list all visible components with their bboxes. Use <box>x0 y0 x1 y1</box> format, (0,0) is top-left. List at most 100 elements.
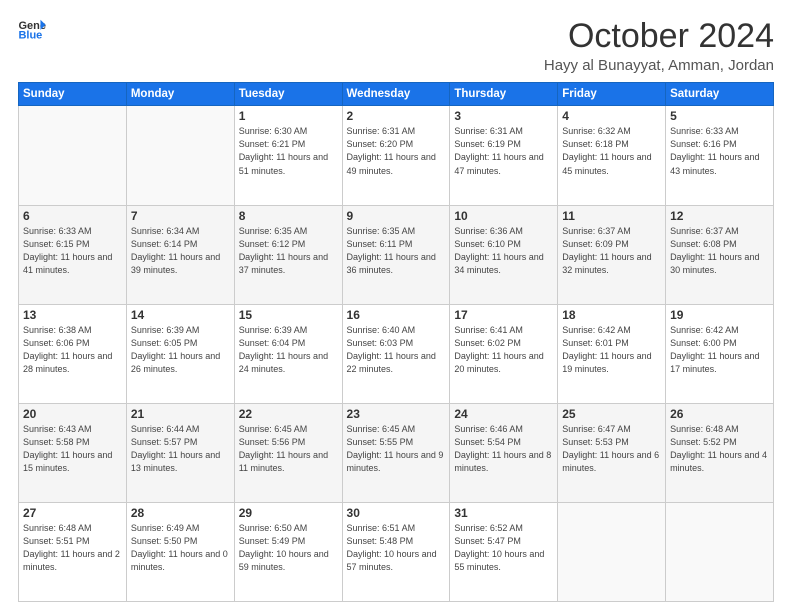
calendar-cell: 16Sunrise: 6:40 AM Sunset: 6:03 PM Dayli… <box>342 304 450 403</box>
calendar-cell: 28 Sunrise: 6:49 AM Sunset: 5:50 PM Dayli… <box>126 502 234 601</box>
day-number: 6 <box>23 209 122 223</box>
calendar-cell: 1 Sunrise: 6:30 AM Sunset: 6:21 PM Daylig… <box>234 106 342 205</box>
day-header-monday: Monday <box>126 83 234 106</box>
calendar-cell: 15 Sunrise: 6:39 AM Sunset: 6:04 PM Dayli… <box>234 304 342 403</box>
calendar-table: SundayMondayTuesdayWednesdayThursdayFrid… <box>18 82 774 602</box>
day-info: Sunrise: 6:47 AM Sunset: 5:53 PM Dayligh… <box>562 423 661 475</box>
day-number: 27 <box>23 506 122 520</box>
day-number: 26 <box>670 407 769 421</box>
calendar-cell <box>19 106 127 205</box>
day-number: 8 <box>239 209 338 223</box>
calendar-cell: 18Sunrise: 6:42 AM Sunset: 6:01 PM Dayli… <box>558 304 666 403</box>
day-header-friday: Friday <box>558 83 666 106</box>
day-info: Sunrise: 6:49 AM Sunset: 5:50 PM Dayligh… <box>131 522 230 574</box>
day-header-tuesday: Tuesday <box>234 83 342 106</box>
day-info: Sunrise: 6:43 AM Sunset: 5:58 PM Dayligh… <box>23 423 122 475</box>
day-number: 15 <box>239 308 338 322</box>
day-number: 25 <box>562 407 661 421</box>
day-info: Sunrise: 6:36 AM Sunset: 6:10 PM Dayligh… <box>454 225 553 277</box>
day-number: 2 <box>347 109 446 123</box>
location-title: Hayy al Bunayyat, Amman, Jordan <box>544 57 774 74</box>
calendar-cell <box>126 106 234 205</box>
day-info: Sunrise: 6:33 AM Sunset: 6:15 PM Dayligh… <box>23 225 122 277</box>
calendar-week-row: 6 Sunrise: 6:33 AM Sunset: 6:15 PM Daylig… <box>19 205 774 304</box>
calendar-header-row: SundayMondayTuesdayWednesdayThursdayFrid… <box>19 83 774 106</box>
day-number: 13 <box>23 308 122 322</box>
calendar-cell: 24 Sunrise: 6:46 AM Sunset: 5:54 PM Dayli… <box>450 403 558 502</box>
day-info: Sunrise: 6:39 AM Sunset: 6:04 PM Dayligh… <box>239 324 338 376</box>
day-info: Sunrise: 6:42 AM Sunset: 6:00 PM Dayligh… <box>670 324 769 376</box>
day-number: 1 <box>239 109 338 123</box>
day-info: Sunrise: 6:40 AM Sunset: 6:03 PM Dayligh… <box>347 324 446 376</box>
day-info: Sunrise: 6:34 AM Sunset: 6:14 PM Dayligh… <box>131 225 230 277</box>
day-header-saturday: Saturday <box>666 83 774 106</box>
title-block: October 2024 Hayy al Bunayyat, Amman, Jo… <box>544 18 774 74</box>
svg-text:Blue: Blue <box>18 29 42 40</box>
calendar-cell: 21Sunrise: 6:44 AM Sunset: 5:57 PM Dayli… <box>126 403 234 502</box>
calendar-cell: 30 Sunrise: 6:51 AM Sunset: 5:48 PM Dayli… <box>342 502 450 601</box>
day-number: 23 <box>347 407 446 421</box>
calendar-cell: 7 Sunrise: 6:34 AM Sunset: 6:14 PM Daylig… <box>126 205 234 304</box>
day-info: Sunrise: 6:37 AM Sunset: 6:09 PM Dayligh… <box>562 225 661 277</box>
day-header-thursday: Thursday <box>450 83 558 106</box>
day-header-sunday: Sunday <box>19 83 127 106</box>
calendar-cell: 26Sunrise: 6:48 AM Sunset: 5:52 PM Dayli… <box>666 403 774 502</box>
calendar-cell <box>666 502 774 601</box>
day-number: 29 <box>239 506 338 520</box>
calendar-cell: 2 Sunrise: 6:31 AM Sunset: 6:20 PM Daylig… <box>342 106 450 205</box>
day-number: 28 <box>131 506 230 520</box>
calendar-week-row: 13 Sunrise: 6:38 AM Sunset: 6:06 PM Dayli… <box>19 304 774 403</box>
day-info: Sunrise: 6:52 AM Sunset: 5:47 PM Dayligh… <box>454 522 553 574</box>
calendar-cell: 22Sunrise: 6:45 AM Sunset: 5:56 PM Dayli… <box>234 403 342 502</box>
calendar-week-row: 20 Sunrise: 6:43 AM Sunset: 5:58 PM Dayli… <box>19 403 774 502</box>
calendar-cell: 3 Sunrise: 6:31 AM Sunset: 6:19 PM Daylig… <box>450 106 558 205</box>
day-info: Sunrise: 6:51 AM Sunset: 5:48 PM Dayligh… <box>347 522 446 574</box>
day-info: Sunrise: 6:33 AM Sunset: 6:16 PM Dayligh… <box>670 125 769 177</box>
day-number: 31 <box>454 506 553 520</box>
day-info: Sunrise: 6:48 AM Sunset: 5:51 PM Dayligh… <box>23 522 122 574</box>
logo-icon: General Blue <box>18 18 46 40</box>
calendar-cell <box>558 502 666 601</box>
day-number: 9 <box>347 209 446 223</box>
calendar-cell: 29Sunrise: 6:50 AM Sunset: 5:49 PM Dayli… <box>234 502 342 601</box>
day-number: 5 <box>670 109 769 123</box>
day-number: 24 <box>454 407 553 421</box>
calendar-cell: 12Sunrise: 6:37 AM Sunset: 6:08 PM Dayli… <box>666 205 774 304</box>
day-info: Sunrise: 6:30 AM Sunset: 6:21 PM Dayligh… <box>239 125 338 177</box>
calendar-cell: 4Sunrise: 6:32 AM Sunset: 6:18 PM Daylig… <box>558 106 666 205</box>
month-title: October 2024 <box>544 18 774 55</box>
day-number: 21 <box>131 407 230 421</box>
day-info: Sunrise: 6:35 AM Sunset: 6:12 PM Dayligh… <box>239 225 338 277</box>
day-number: 17 <box>454 308 553 322</box>
calendar-cell: 25 Sunrise: 6:47 AM Sunset: 5:53 PM Dayli… <box>558 403 666 502</box>
day-info: Sunrise: 6:35 AM Sunset: 6:11 PM Dayligh… <box>347 225 446 277</box>
day-info: Sunrise: 6:46 AM Sunset: 5:54 PM Dayligh… <box>454 423 553 475</box>
calendar-cell: 10Sunrise: 6:36 AM Sunset: 6:10 PM Dayli… <box>450 205 558 304</box>
day-number: 20 <box>23 407 122 421</box>
calendar-cell: 6 Sunrise: 6:33 AM Sunset: 6:15 PM Daylig… <box>19 205 127 304</box>
day-number: 30 <box>347 506 446 520</box>
calendar-cell: 8 Sunrise: 6:35 AM Sunset: 6:12 PM Daylig… <box>234 205 342 304</box>
day-number: 14 <box>131 308 230 322</box>
calendar-cell: 27 Sunrise: 6:48 AM Sunset: 5:51 PM Dayli… <box>19 502 127 601</box>
day-number: 12 <box>670 209 769 223</box>
day-info: Sunrise: 6:45 AM Sunset: 5:55 PM Dayligh… <box>347 423 446 475</box>
header: General Blue October 2024 Hayy al Bunayy… <box>18 18 774 74</box>
day-info: Sunrise: 6:32 AM Sunset: 6:18 PM Dayligh… <box>562 125 661 177</box>
calendar-cell: 9 Sunrise: 6:35 AM Sunset: 6:11 PM Daylig… <box>342 205 450 304</box>
day-number: 7 <box>131 209 230 223</box>
calendar-cell: 19Sunrise: 6:42 AM Sunset: 6:00 PM Dayli… <box>666 304 774 403</box>
calendar-cell: 23 Sunrise: 6:45 AM Sunset: 5:55 PM Dayli… <box>342 403 450 502</box>
calendar-cell: 14Sunrise: 6:39 AM Sunset: 6:05 PM Dayli… <box>126 304 234 403</box>
day-info: Sunrise: 6:31 AM Sunset: 6:19 PM Dayligh… <box>454 125 553 177</box>
calendar-cell: 17 Sunrise: 6:41 AM Sunset: 6:02 PM Dayli… <box>450 304 558 403</box>
day-number: 3 <box>454 109 553 123</box>
calendar-cell: 13 Sunrise: 6:38 AM Sunset: 6:06 PM Dayli… <box>19 304 127 403</box>
calendar-cell: 11Sunrise: 6:37 AM Sunset: 6:09 PM Dayli… <box>558 205 666 304</box>
day-info: Sunrise: 6:42 AM Sunset: 6:01 PM Dayligh… <box>562 324 661 376</box>
day-info: Sunrise: 6:41 AM Sunset: 6:02 PM Dayligh… <box>454 324 553 376</box>
day-info: Sunrise: 6:31 AM Sunset: 6:20 PM Dayligh… <box>347 125 446 177</box>
day-info: Sunrise: 6:38 AM Sunset: 6:06 PM Dayligh… <box>23 324 122 376</box>
page: General Blue October 2024 Hayy al Bunayy… <box>0 0 792 612</box>
calendar-week-row: 1 Sunrise: 6:30 AM Sunset: 6:21 PM Daylig… <box>19 106 774 205</box>
